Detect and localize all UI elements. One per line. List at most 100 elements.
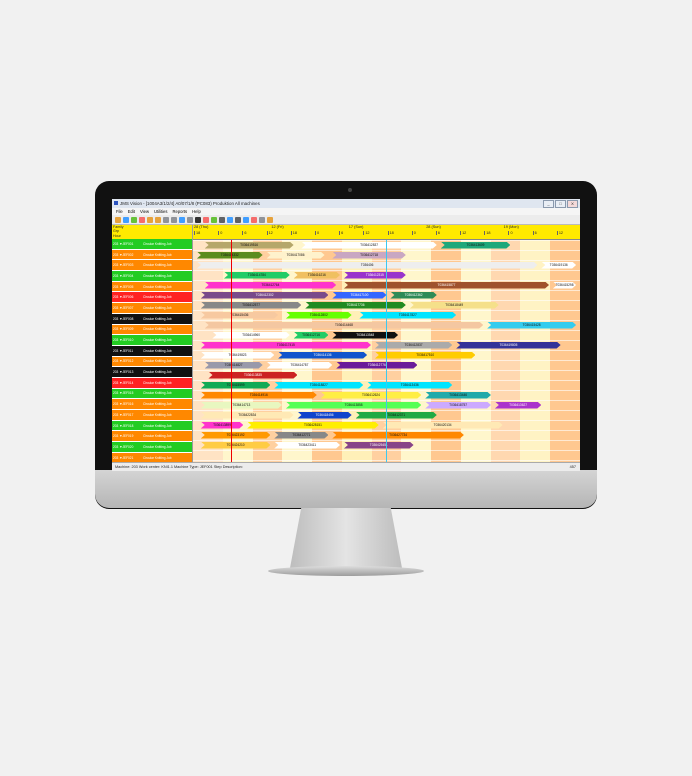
machine-row[interactable]: 203 ▼JEF009 Circular Knitting Job xyxy=(112,324,192,336)
job-bar[interactable]: T036413436 xyxy=(367,382,452,389)
zoom-in-icon[interactable] xyxy=(163,216,169,223)
link-icon[interactable] xyxy=(243,216,249,223)
machine-row[interactable]: 203 ▼JEF001 Circular Knitting Job xyxy=(112,239,192,250)
job-bar[interactable]: T036415599 xyxy=(201,382,271,389)
job-bar[interactable]: T036414136 xyxy=(278,352,367,359)
job-bar[interactable]: T036422834 xyxy=(201,412,294,419)
job-bar[interactable]: T036419136 xyxy=(541,262,576,269)
eye-icon[interactable] xyxy=(235,216,241,223)
arrow-right-icon[interactable] xyxy=(155,216,161,223)
truck-icon[interactable] xyxy=(195,216,201,223)
machine-row[interactable]: 203 ▼JEF010 Circular Knitting Job xyxy=(112,335,192,346)
job-bar[interactable]: T036428151 xyxy=(247,422,379,429)
job-bar[interactable]: T036417827 xyxy=(359,312,456,319)
job-bar[interactable]: T036415436 xyxy=(201,312,278,319)
menu-utilities[interactable]: Utilities xyxy=(154,208,168,215)
job-bar[interactable]: T036427734 xyxy=(332,432,464,439)
job-bar[interactable]: T036412716 xyxy=(294,332,329,339)
job-bar[interactable]: T036413609 xyxy=(441,242,511,249)
job-bar[interactable]: T036415877 xyxy=(344,282,549,289)
job-bar[interactable]: T036412371 xyxy=(356,412,437,419)
job-bar[interactable]: T036417736 xyxy=(305,302,406,309)
machine-row[interactable]: 203 ▼JEF012 Circular Knitting Job xyxy=(112,356,192,368)
machine-row[interactable]: 203 ▼JEF014 Circular Knitting Job xyxy=(112,377,192,389)
machine-row[interactable]: 203 ▼JEF005 Circular Knitting Job xyxy=(112,281,192,293)
job-bar[interactable]: T036414787 xyxy=(267,362,333,369)
job-bar[interactable]: T036413548 xyxy=(332,332,398,339)
menu-edit[interactable]: Edit xyxy=(128,208,135,215)
machine-row[interactable]: 203 ▼JEF011 Circular Knitting Job xyxy=(112,345,192,357)
job-bar[interactable]: T036412362 xyxy=(390,292,436,299)
arrow-left-icon[interactable] xyxy=(147,216,153,223)
job-bar[interactable]: T036420134 xyxy=(383,422,503,429)
job-bar[interactable]: T036419823 xyxy=(201,352,275,359)
minimize-button[interactable]: _ xyxy=(543,200,554,208)
job-bar[interactable]: T036417415 xyxy=(201,342,371,349)
job-bar[interactable]: T036414827 xyxy=(205,362,263,369)
maximize-button[interactable]: □ xyxy=(555,200,566,208)
job-bar[interactable]: T036412315 xyxy=(344,272,406,279)
job-bar[interactable]: T036419805 xyxy=(456,342,560,349)
job-bar[interactable]: T036413446 xyxy=(425,392,491,399)
job-bar[interactable]: T036414468 xyxy=(205,322,484,329)
job-bar[interactable]: T036417100 xyxy=(332,292,386,299)
job-bar[interactable]: T036412771 xyxy=(274,432,328,439)
menu-help[interactable]: Help xyxy=(192,208,201,215)
chart-icon[interactable] xyxy=(251,216,257,223)
job-bar[interactable]: T036424210 xyxy=(201,442,271,449)
job-bar[interactable]: T036417086 xyxy=(267,252,325,259)
job-bar[interactable]: T036414916 xyxy=(201,392,317,399)
job-bar[interactable]: T036412624 xyxy=(321,392,422,399)
job-bar[interactable]: T036412577 xyxy=(201,302,302,309)
help-icon[interactable] xyxy=(267,216,273,223)
job-bar[interactable]: T036412776 xyxy=(336,362,417,369)
preview-icon[interactable] xyxy=(227,216,233,223)
close-button[interactable]: X xyxy=(567,200,578,208)
machine-row[interactable]: 203 ▼JEF004 Circular Knitting Job xyxy=(112,271,192,282)
cursor-marker[interactable] xyxy=(386,240,387,463)
machine-row[interactable]: 203 ▼JEF015 Circular Knitting Job xyxy=(112,388,192,400)
machine-row[interactable]: 203 ▼JEF006 Circular Knitting Job xyxy=(112,292,192,304)
job-bar[interactable]: T036418456 xyxy=(297,412,351,419)
job-bar[interactable]: T036413858 xyxy=(286,402,421,409)
job-bar[interactable]: T036414713 xyxy=(201,402,282,409)
machine-row[interactable]: 203 ▼JEF017 Circular Knitting Job xyxy=(112,410,192,421)
menu-reports[interactable]: Reports xyxy=(172,208,187,215)
machine-row[interactable]: 203 ▼JEF003 Circular Knitting Job xyxy=(112,260,192,272)
job-bar[interactable]: T036414784 xyxy=(224,272,290,279)
job-bar[interactable]: T036412837 xyxy=(301,242,436,249)
grid-icon[interactable] xyxy=(211,216,217,223)
job-bar[interactable]: T036414332 xyxy=(197,252,263,259)
job-bar[interactable]: T036413899 xyxy=(201,422,244,429)
calendar-icon[interactable] xyxy=(203,216,209,223)
machine-row[interactable]: 203 ▼JEF019 Circular Knitting Job xyxy=(112,431,192,443)
job-bar[interactable]: T036413835 xyxy=(208,372,297,379)
job-bar[interactable]: T036418449 xyxy=(410,302,499,309)
machine-row[interactable]: 203 ▼JEF020 Circular Knitting Job xyxy=(112,442,192,453)
machine-row[interactable]: 203 ▼JEF013 Circular Knitting Job xyxy=(112,367,192,378)
settings-icon[interactable] xyxy=(259,216,265,223)
job-bar[interactable]: T036418827 xyxy=(274,382,363,389)
job-bar[interactable]: T036418757 xyxy=(425,402,491,409)
filter-icon[interactable] xyxy=(179,216,185,223)
job-bar[interactable]: T036406 xyxy=(197,262,538,269)
mail-icon[interactable] xyxy=(131,216,137,223)
dropdown-icon[interactable] xyxy=(187,216,193,223)
machine-row[interactable]: 203 ▼JEF002 Circular Knitting Job xyxy=(112,249,192,261)
zoom-out-icon[interactable] xyxy=(171,216,177,223)
job-bar[interactable]: T036413627 xyxy=(495,402,541,409)
machine-row[interactable]: 203 ▼JEF007 Circular Knitting Job xyxy=(112,303,192,314)
job-bar[interactable]: T036417510 xyxy=(375,352,476,359)
job-bar[interactable]: T036414960 xyxy=(212,332,289,339)
menu-view[interactable]: View xyxy=(140,208,149,215)
open-icon[interactable] xyxy=(115,216,121,223)
job-bar[interactable]: T036425451 xyxy=(344,442,414,449)
job-bar[interactable]: T036412302 xyxy=(201,292,329,299)
clock-icon[interactable] xyxy=(139,216,145,223)
job-bar[interactable]: T036423192 xyxy=(201,432,271,439)
machine-row[interactable]: 203 ▼JEF018 Circular Knitting Job xyxy=(112,420,192,432)
machine-row[interactable]: 203 ▼JEF008 Circular Knitting Job xyxy=(112,313,192,325)
print-icon[interactable] xyxy=(219,216,225,223)
job-bar[interactable]: T036423411 xyxy=(274,442,340,449)
job-bar[interactable]: T036412718 xyxy=(332,252,406,259)
